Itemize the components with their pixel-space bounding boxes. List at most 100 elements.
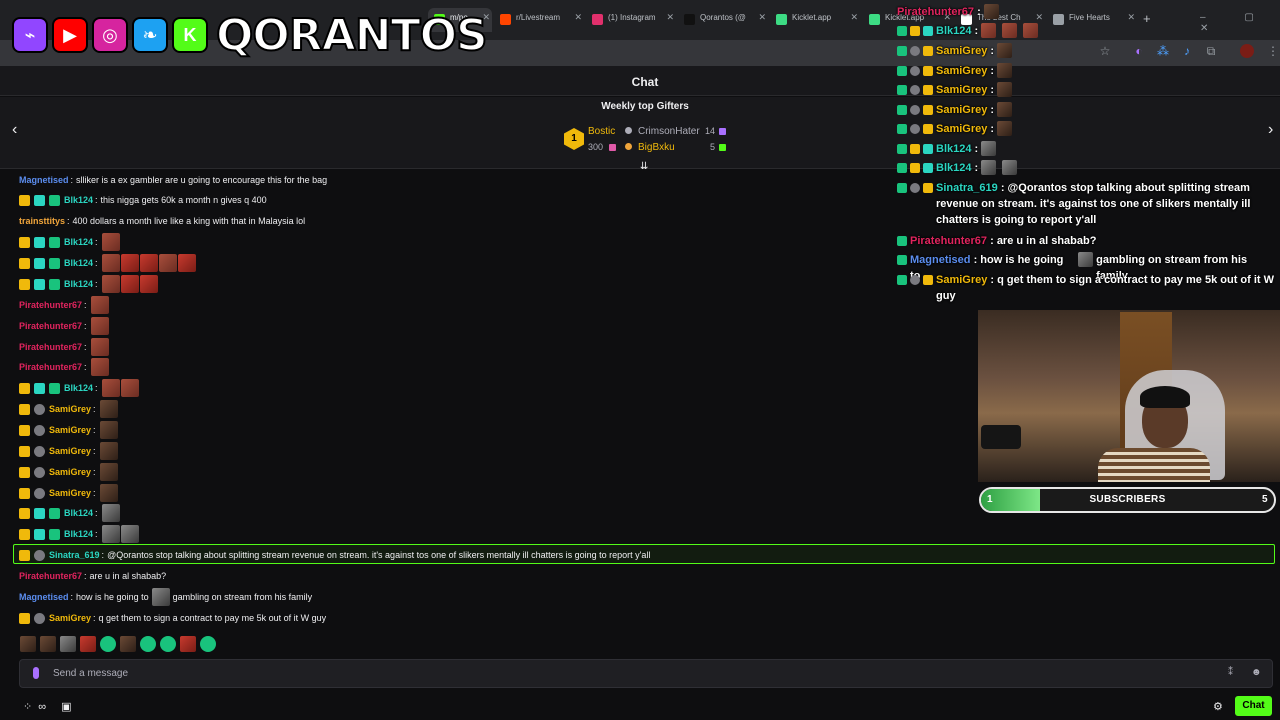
- chat-username[interactable]: Piratehunter67: [19, 321, 82, 331]
- quick-emote[interactable]: [80, 636, 96, 652]
- emote-image: [90, 317, 109, 335]
- chat-username[interactable]: trainsttitys: [19, 216, 65, 226]
- emote-image: [120, 525, 139, 543]
- gift-badge-icon: [49, 278, 60, 290]
- chat-username[interactable]: Piratehunter67: [19, 300, 82, 310]
- chat-username[interactable]: SamiGrey: [49, 404, 91, 414]
- overlay-message-body: Piratehunter67 :: [897, 4, 981, 20]
- kick-badge-icon: [897, 255, 907, 265]
- chat-username[interactable]: Blk124: [64, 258, 93, 268]
- tab-label: Kicklet.app: [792, 13, 832, 22]
- chat-send-button[interactable]: Chat: [1235, 696, 1272, 716]
- sub-badge-icon: [923, 144, 933, 154]
- chat-username[interactable]: SamiGrey: [49, 446, 91, 456]
- overlay-username: SamiGrey: [936, 274, 988, 286]
- overlay-username: Sinatra_619: [936, 182, 998, 194]
- tab-favicon-icon: [500, 14, 511, 25]
- instagram-icon: ◎: [92, 17, 128, 53]
- settings-gear-icon[interactable]: ⚙: [1213, 700, 1223, 713]
- chat-colon: :: [95, 195, 98, 205]
- quick-emote[interactable]: [40, 636, 56, 652]
- sub-badge-icon: [34, 528, 45, 540]
- chat-username[interactable]: SamiGrey: [49, 488, 91, 498]
- quick-emote[interactable]: [180, 636, 196, 652]
- browser-tab[interactable]: Kicklet.app ✕: [770, 8, 860, 32]
- browser-tab[interactable]: Qorantos (@ ✕: [678, 8, 768, 32]
- chat-username[interactable]: Blk124: [64, 383, 93, 393]
- chat-username[interactable]: Piratehunter67: [19, 571, 82, 581]
- chat-username[interactable]: Piratehunter67: [19, 342, 82, 352]
- chat-input-box[interactable]: [19, 659, 1273, 688]
- emote-picker-icon[interactable]: ⁑: [1228, 667, 1233, 678]
- chat-message: SamiGrey:: [19, 399, 118, 419]
- gray-badge-icon: [34, 612, 45, 624]
- overlay-emote: [997, 63, 1013, 78]
- emote-image: [99, 463, 118, 481]
- overlay-colon: :: [971, 143, 979, 155]
- gifter-3-name[interactable]: BigBxku: [638, 142, 675, 153]
- overlay-message-body: Sinatra_619 : @Qorantos stop talking abo…: [936, 180, 1280, 228]
- kick-badge-icon: [897, 183, 907, 193]
- quick-emote[interactable]: [100, 636, 116, 652]
- gifter-1-name[interactable]: Bostic: [588, 126, 615, 137]
- gift-gem-icon: [719, 144, 726, 151]
- browser-tab[interactable]: r/Livestream ✕: [494, 8, 584, 32]
- chat-message-text: are u in al shabab?: [89, 571, 167, 581]
- chat-username[interactable]: Magnetised: [19, 592, 69, 602]
- chat-username[interactable]: Blk124: [64, 279, 93, 289]
- collapse-icon[interactable]: ⇊: [640, 161, 648, 172]
- overlay-emote: [997, 102, 1013, 117]
- webcam-shirt: [1098, 448, 1210, 482]
- overlay-emote: [997, 82, 1013, 97]
- chat-message: Blk124: this nigga gets 60k a month n giv…: [19, 190, 267, 210]
- overlay-chat-message: SamiGrey :: [897, 43, 1280, 59]
- chat-username[interactable]: SamiGrey: [49, 613, 91, 623]
- quick-emote[interactable]: [200, 636, 216, 652]
- kick-badge-icon: [897, 236, 907, 246]
- emote-image: [101, 525, 120, 543]
- chat-message: Blk124:: [19, 503, 120, 523]
- tab-close-icon[interactable]: ✕: [758, 12, 766, 23]
- chat-tools-icons[interactable]: ⁘∞ ▣: [23, 700, 78, 713]
- chat-username[interactable]: Blk124: [64, 195, 93, 205]
- tab-favicon-icon: [776, 14, 787, 25]
- quick-emote[interactable]: [140, 636, 156, 652]
- overlay-colon: :: [987, 104, 995, 116]
- chat-input-placeholder[interactable]: Send a message: [53, 668, 128, 679]
- overlay-message-body: SamiGrey : q get them to sign a contract…: [936, 272, 1280, 304]
- quick-emote[interactable]: [120, 636, 136, 652]
- chat-username[interactable]: Piratehunter67: [19, 362, 82, 372]
- tab-close-icon[interactable]: ✕: [574, 12, 582, 23]
- overlay-username: Magnetised: [910, 254, 971, 266]
- webcam-hair: [1140, 386, 1190, 408]
- gifter-2-name[interactable]: CrimsonHater: [638, 126, 700, 137]
- gray-badge-icon: [910, 46, 920, 56]
- tab-label: (1) Instagram: [608, 13, 656, 22]
- chat-username[interactable]: SamiGrey: [49, 467, 91, 477]
- browser-tab[interactable]: (1) Instagram ✕: [586, 8, 676, 32]
- tab-close-icon[interactable]: ✕: [850, 12, 858, 23]
- chat-username[interactable]: Sinatra_619: [49, 550, 100, 560]
- overlay-colon: :: [987, 235, 997, 247]
- emote-image: [120, 275, 139, 293]
- kick-badge-icon: [897, 46, 907, 56]
- chat-message: Blk124:: [19, 524, 139, 544]
- chat-username[interactable]: SamiGrey: [49, 425, 91, 435]
- quick-emote[interactable]: [60, 636, 76, 652]
- microphone-icon[interactable]: [33, 667, 39, 679]
- overlay-chat-message: Blk124 :: [897, 160, 1280, 176]
- quick-emote[interactable]: [160, 636, 176, 652]
- tab-close-icon[interactable]: ✕: [666, 12, 674, 23]
- chat-username[interactable]: Blk124: [64, 508, 93, 518]
- gray-badge-icon: [910, 85, 920, 95]
- crown-badge-icon: [910, 163, 920, 173]
- crown-badge-icon: [910, 26, 920, 36]
- crown-badge-icon: [19, 257, 30, 269]
- quick-emote[interactable]: [20, 636, 36, 652]
- prev-arrow-icon[interactable]: ‹: [12, 121, 17, 139]
- chat-username[interactable]: Blk124: [64, 237, 93, 247]
- crown-badge-icon: [19, 612, 30, 624]
- smiley-icon[interactable]: ☻: [1251, 667, 1262, 678]
- chat-username[interactable]: Magnetised: [19, 175, 69, 185]
- chat-username[interactable]: Blk124: [64, 529, 93, 539]
